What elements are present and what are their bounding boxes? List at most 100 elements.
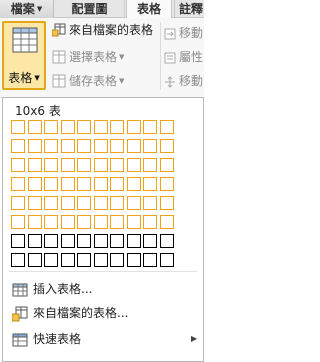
grid-cell[interactable] bbox=[110, 234, 124, 248]
grid-cell[interactable] bbox=[44, 253, 58, 267]
grid-cell[interactable] bbox=[143, 196, 157, 210]
grid-cell[interactable] bbox=[27, 139, 42, 153]
menu-item-quick-table[interactable]: 快速表格 ▶ bbox=[9, 328, 199, 350]
grid-cell[interactable] bbox=[27, 158, 42, 172]
grid-cell[interactable] bbox=[77, 177, 91, 191]
grid-cell[interactable] bbox=[44, 139, 58, 153]
grid-cell[interactable] bbox=[60, 158, 75, 172]
grid-cell[interactable] bbox=[110, 139, 124, 153]
grid-cell[interactable] bbox=[159, 234, 174, 248]
grid-cell[interactable] bbox=[159, 139, 174, 153]
grid-cell[interactable] bbox=[143, 253, 157, 267]
grid-cell[interactable] bbox=[110, 196, 124, 210]
grid-cell[interactable] bbox=[143, 177, 157, 191]
submenu-arrow-icon: ▶ bbox=[191, 334, 198, 343]
grid-cell[interactable] bbox=[126, 177, 141, 191]
grid-cell[interactable] bbox=[93, 196, 108, 210]
grid-cell[interactable] bbox=[159, 215, 174, 229]
grid-cell[interactable] bbox=[11, 139, 25, 153]
table-button[interactable]: 表格 ▼ bbox=[2, 21, 46, 90]
grid-cell[interactable] bbox=[27, 120, 42, 134]
grid-cell[interactable] bbox=[77, 158, 91, 172]
grid-cell[interactable] bbox=[11, 177, 25, 191]
grid-cell[interactable] bbox=[159, 253, 174, 267]
grid-cell[interactable] bbox=[77, 120, 91, 134]
grid-cell[interactable] bbox=[27, 215, 42, 229]
grid-cell[interactable] bbox=[143, 139, 157, 153]
grid-cell[interactable] bbox=[44, 215, 58, 229]
grid-cell[interactable] bbox=[11, 158, 25, 172]
grid-cell[interactable] bbox=[77, 215, 91, 229]
grid-cell[interactable] bbox=[126, 196, 141, 210]
grid-cell[interactable] bbox=[126, 139, 141, 153]
grid-cell[interactable] bbox=[126, 215, 141, 229]
grid-cell[interactable] bbox=[11, 234, 25, 248]
grid-cell[interactable] bbox=[143, 234, 157, 248]
grid-cell[interactable] bbox=[93, 215, 108, 229]
grid-cell[interactable] bbox=[110, 253, 124, 267]
grid-cell[interactable] bbox=[143, 215, 157, 229]
grid-cell[interactable] bbox=[60, 196, 75, 210]
grid-cell[interactable] bbox=[126, 253, 141, 267]
grid-cell[interactable] bbox=[93, 234, 108, 248]
grid-cell[interactable] bbox=[11, 196, 25, 210]
grid-cell[interactable] bbox=[44, 120, 58, 134]
grid-cell[interactable] bbox=[27, 177, 42, 191]
grid-cell[interactable] bbox=[126, 234, 141, 248]
grid-cell[interactable] bbox=[77, 253, 91, 267]
grid-cell[interactable] bbox=[110, 177, 124, 191]
grid-cell[interactable] bbox=[60, 120, 75, 134]
select-table-button[interactable]: 選擇表格 ▼ bbox=[52, 48, 124, 66]
quick-table-icon bbox=[12, 333, 28, 347]
grid-cell[interactable] bbox=[143, 120, 157, 134]
grid-cell[interactable] bbox=[77, 139, 91, 153]
save-table-button[interactable]: 儲存表格 ▼ bbox=[52, 72, 124, 90]
grid-cell[interactable] bbox=[93, 139, 108, 153]
grid-cell[interactable] bbox=[60, 215, 75, 229]
grid-cell[interactable] bbox=[11, 120, 25, 134]
grid-cell[interactable] bbox=[60, 139, 75, 153]
tab-file[interactable]: 檔案 ▼ bbox=[0, 0, 54, 18]
grid-cell[interactable] bbox=[93, 158, 108, 172]
grid-cell[interactable] bbox=[93, 120, 108, 134]
grid-cell[interactable] bbox=[93, 177, 108, 191]
move-icon bbox=[164, 28, 176, 40]
grid-cell[interactable] bbox=[60, 234, 75, 248]
grid-cell[interactable] bbox=[143, 158, 157, 172]
table-from-file-label: 來自檔案的表格... bbox=[33, 306, 129, 320]
grid-cell[interactable] bbox=[27, 253, 42, 267]
grid-cell[interactable] bbox=[44, 158, 58, 172]
grid-cell[interactable] bbox=[126, 120, 141, 134]
properties-button[interactable]: 屬性 bbox=[164, 48, 203, 66]
grid-cell[interactable] bbox=[27, 196, 42, 210]
tab-annotation[interactable]: 註釋 bbox=[174, 0, 214, 18]
grid-cell[interactable] bbox=[159, 158, 174, 172]
table-from-file-icon bbox=[12, 306, 28, 322]
grid-cell[interactable] bbox=[60, 177, 75, 191]
grid-cell[interactable] bbox=[44, 177, 58, 191]
grid-cell[interactable] bbox=[110, 215, 124, 229]
from-file-table-button[interactable]: 來自檔案的表格 bbox=[52, 21, 153, 39]
grid-cell[interactable] bbox=[159, 177, 174, 191]
grid-cell[interactable] bbox=[110, 120, 124, 134]
grid-cell[interactable] bbox=[77, 234, 91, 248]
grid-cell[interactable] bbox=[110, 158, 124, 172]
from-file-table-label: 來自檔案的表格 bbox=[69, 23, 154, 37]
grid-cell[interactable] bbox=[159, 196, 174, 210]
grid-cell[interactable] bbox=[27, 234, 42, 248]
grid-cell[interactable] bbox=[60, 253, 75, 267]
grid-cell[interactable] bbox=[77, 196, 91, 210]
move-button[interactable]: 移動 bbox=[164, 24, 203, 42]
grid-cell[interactable] bbox=[44, 196, 58, 210]
grid-cell[interactable] bbox=[159, 120, 174, 134]
grid-cell[interactable] bbox=[11, 253, 25, 267]
move-button-2[interactable]: 移動 bbox=[164, 72, 203, 90]
grid-cell[interactable] bbox=[93, 253, 108, 267]
menu-item-table-from-file[interactable]: 來自檔案的表格... bbox=[9, 302, 199, 324]
tab-layout[interactable]: 配置圖 bbox=[55, 0, 125, 18]
grid-cell[interactable] bbox=[126, 158, 141, 172]
grid-cell[interactable] bbox=[44, 234, 58, 248]
grid-cell[interactable] bbox=[11, 215, 25, 229]
tab-table[interactable]: 表格 bbox=[126, 0, 172, 19]
menu-item-insert-table[interactable]: 插入表格... bbox=[9, 278, 199, 300]
